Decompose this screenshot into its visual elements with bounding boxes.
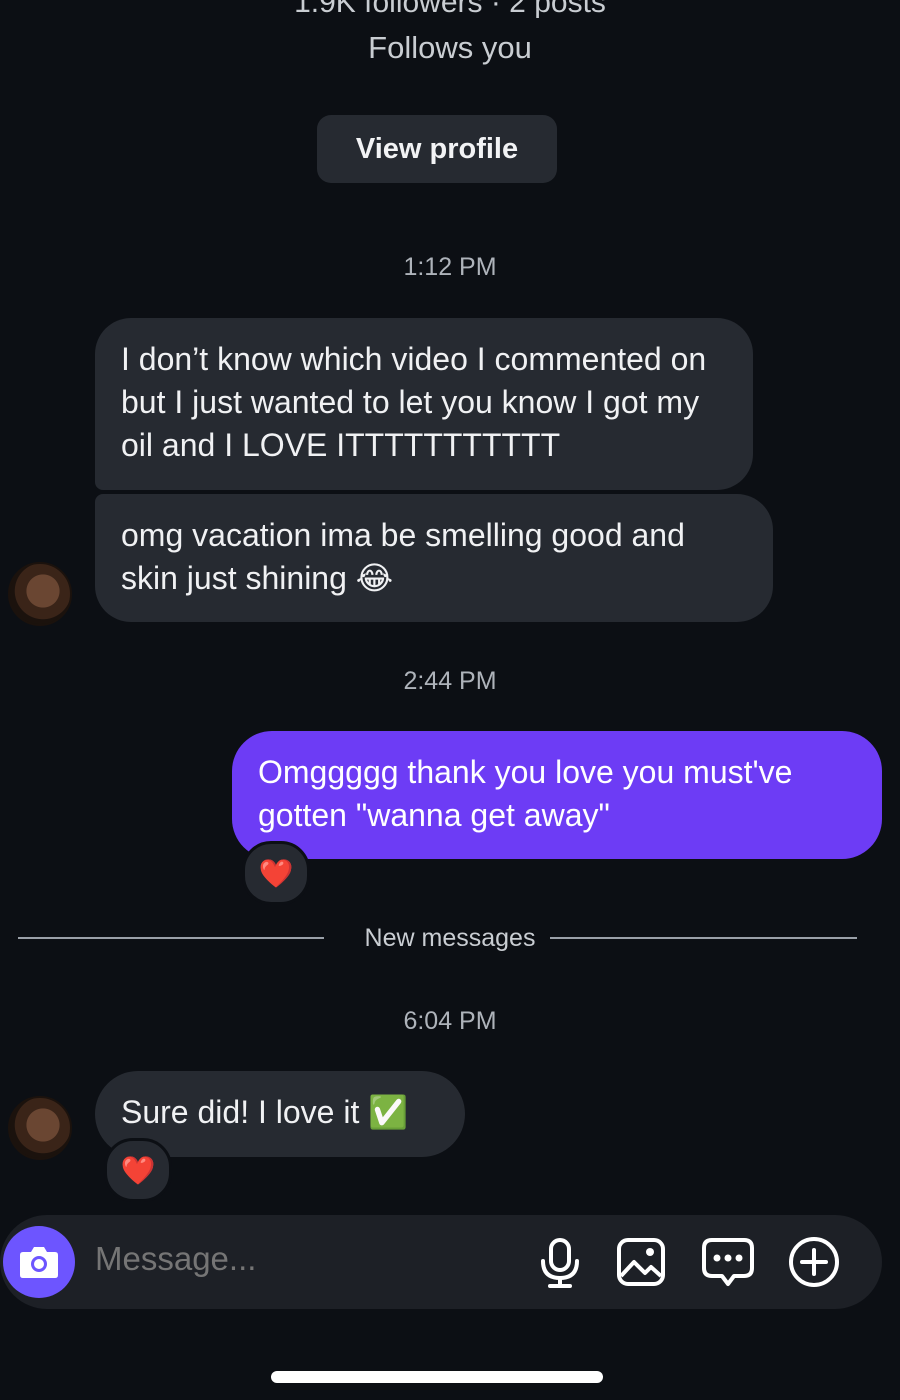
- home-indicator[interactable]: [271, 1371, 603, 1383]
- incoming-message[interactable]: I don’t know which video I commented on …: [95, 318, 753, 490]
- message-input[interactable]: [95, 1240, 495, 1278]
- incoming-message[interactable]: omg vacation ima be smelling good and sk…: [95, 494, 773, 622]
- view-profile-button[interactable]: View profile: [317, 115, 557, 183]
- profile-stats: 1.9K followers · 2 posts: [294, 0, 606, 19]
- timestamp: 6:04 PM: [403, 1007, 497, 1035]
- timestamp: 1:12 PM: [403, 253, 497, 281]
- microphone-icon[interactable]: [532, 1234, 588, 1290]
- heart-reaction[interactable]: ❤️: [104, 1138, 172, 1202]
- avatar[interactable]: [8, 1096, 72, 1160]
- timestamp: 2:44 PM: [403, 667, 497, 695]
- plus-circle-icon[interactable]: [786, 1234, 842, 1290]
- image-icon[interactable]: [613, 1234, 669, 1290]
- chat-bubble-icon[interactable]: [700, 1234, 756, 1290]
- camera-icon: [20, 1247, 58, 1278]
- divider-line: [550, 937, 857, 939]
- follows-you-label: Follows you: [368, 30, 532, 65]
- avatar[interactable]: [8, 562, 72, 626]
- camera-button[interactable]: [3, 1226, 75, 1298]
- outgoing-message[interactable]: Omggggg thank you love you must've gotte…: [232, 731, 882, 859]
- heart-reaction[interactable]: ❤️: [242, 841, 310, 905]
